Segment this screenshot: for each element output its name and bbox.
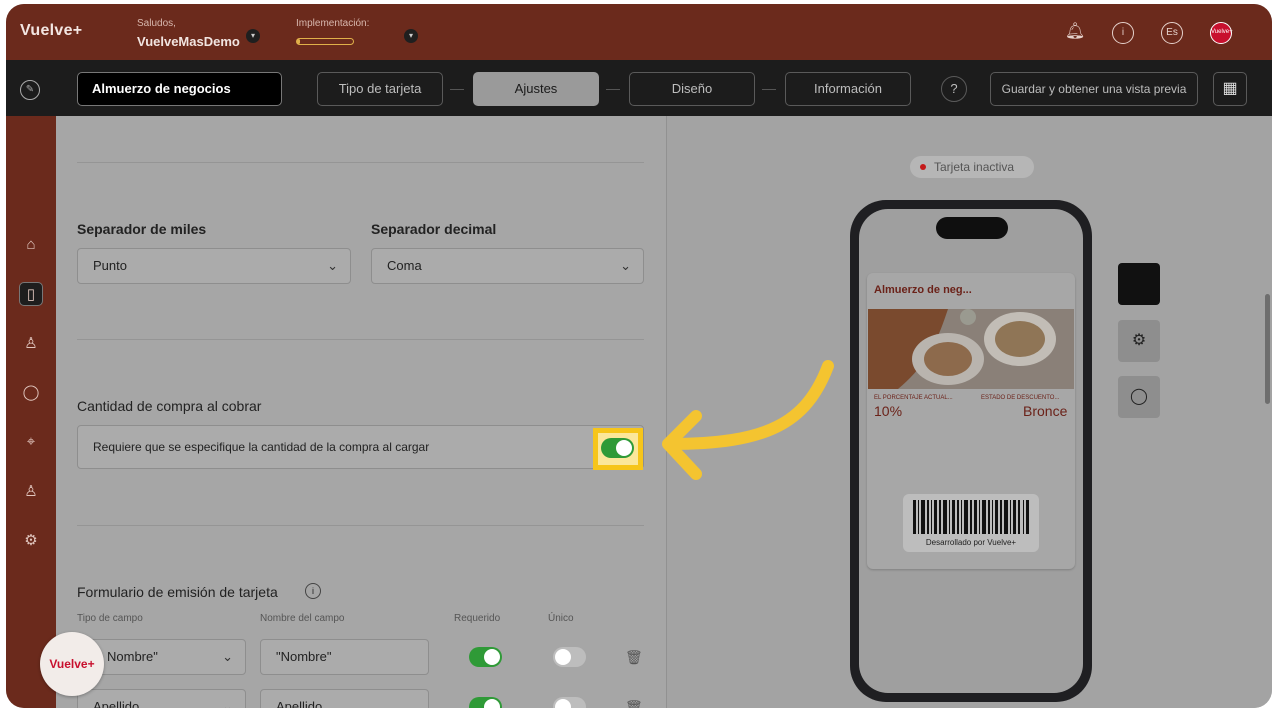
qr-code-icon[interactable]: ▦ xyxy=(1213,72,1247,106)
wizard-toolbar: ✎ Almuerzo de negocios Tipo de tarjeta A… xyxy=(6,60,1272,116)
settings-gear-icon[interactable]: ⚙ xyxy=(19,529,43,553)
divider xyxy=(77,162,644,163)
status-dot xyxy=(920,164,926,170)
account-name[interactable]: VuelveMasDemo xyxy=(137,34,240,49)
card-title: Almuerzo de neg... xyxy=(874,284,972,296)
toggle-knob xyxy=(616,440,632,456)
col-field-name: Nombre del campo xyxy=(260,613,345,624)
trash-icon[interactable]: 🗑︎ xyxy=(625,649,643,666)
tab-card-type[interactable]: Tipo de tarjeta xyxy=(317,72,443,106)
logo: Vuelve+ xyxy=(20,22,83,39)
android-icon[interactable]: ⚙ xyxy=(1118,320,1160,362)
purchase-amount-label: Cantidad de compra al cobrar xyxy=(77,398,262,414)
trash-icon[interactable]: 🗑︎ xyxy=(625,699,643,708)
field-name-input[interactable]: "Nombre" xyxy=(260,639,429,675)
greeting-label: Saludos, xyxy=(137,18,176,29)
sidebar: ⌂ ▯ ♙ ◯ ⌖ ♙ ⚙ xyxy=(6,116,56,708)
account-chevron-icon[interactable]: ▾ xyxy=(246,29,260,43)
tab-settings[interactable]: Ajustes xyxy=(473,72,599,106)
field-type-value: Apellido xyxy=(93,699,140,708)
divider xyxy=(77,339,644,340)
decimal-separator-select[interactable]: Coma ⌄ xyxy=(371,248,644,284)
card-field-value-left: 10% xyxy=(874,403,903,419)
field-name-value: "Nombre" xyxy=(276,649,332,664)
notification-bubble-icon[interactable]: ◯ xyxy=(1118,376,1160,418)
unique-toggle[interactable] xyxy=(553,647,586,667)
toggle-knob xyxy=(555,699,571,708)
card-status-badge: Tarjeta inactiva xyxy=(910,156,1034,178)
toggle-knob xyxy=(484,649,500,665)
col-unique: Único xyxy=(548,613,574,624)
tab-information[interactable]: Información xyxy=(785,72,911,106)
implementation-label: Implementación: xyxy=(296,18,370,29)
col-required: Requerido xyxy=(454,613,501,624)
tab-design[interactable]: Diseño xyxy=(629,72,755,106)
bell-icon[interactable]: 🔔︎ xyxy=(1064,22,1086,44)
scrollbar[interactable] xyxy=(1265,294,1270,404)
chevron-down-icon: ⌄ xyxy=(222,699,233,708)
col-field-type: Tipo de campo xyxy=(77,613,143,624)
info-icon[interactable]: i xyxy=(1112,22,1134,44)
divider xyxy=(77,525,644,526)
chevron-down-icon: ⌄ xyxy=(327,258,338,273)
purchase-amount-toggle[interactable] xyxy=(601,438,634,458)
card-field-value-right: Bronce xyxy=(1023,403,1068,419)
step-connector xyxy=(450,89,464,90)
settings-panel: Separador de miles Punto ⌄ Separador dec… xyxy=(56,116,666,708)
card-field-label-left: EL PORCENTAJE ACTUAL... xyxy=(874,395,953,401)
chevron-down-icon: ⌄ xyxy=(222,649,233,664)
implementation-progress-fill xyxy=(297,39,300,44)
food-image xyxy=(868,309,1074,389)
step-connector xyxy=(762,89,776,90)
implementation-progress xyxy=(296,38,354,45)
clients-icon[interactable]: ♙ xyxy=(19,332,43,356)
barcode-caption: Desarrollado por Vuelve+ xyxy=(925,538,1017,547)
info-icon[interactable]: i xyxy=(305,583,321,599)
thousands-separator-value: Punto xyxy=(93,258,127,273)
card-name-input[interactable]: Almuerzo de negocios xyxy=(77,72,282,106)
decimal-separator-value: Coma xyxy=(387,258,422,273)
field-type-select[interactable]: Apellido ⌄ xyxy=(77,689,246,708)
issue-form-title: Formulario de emisión de tarjeta xyxy=(77,584,278,600)
decimal-separator-label: Separador decimal xyxy=(371,221,497,237)
app-window: Vuelve+ Saludos, VuelveMasDemo ▾ Impleme… xyxy=(6,4,1272,708)
top-bar: Vuelve+ Saludos, VuelveMasDemo ▾ Impleme… xyxy=(6,4,1272,60)
save-preview-button[interactable]: Guardar y obtener una vista previa xyxy=(990,72,1198,106)
implementation-chevron-icon[interactable]: ▾ xyxy=(404,29,418,43)
help-button[interactable]: ? xyxy=(941,76,967,102)
card-field-label-right: ESTADO DE DESCUENTO... xyxy=(981,395,1060,401)
vuelve-badge[interactable]: Vuelve+ xyxy=(40,632,104,696)
card-icon[interactable]: ▯ xyxy=(19,282,43,306)
field-name-input[interactable]: Apellido xyxy=(260,689,429,708)
required-toggle[interactable] xyxy=(469,647,502,667)
toggle-knob xyxy=(484,699,500,708)
edit-icon[interactable]: ✎ xyxy=(20,80,40,100)
step-connector xyxy=(606,89,620,90)
home-icon[interactable]: ⌂ xyxy=(19,233,43,257)
required-toggle[interactable] xyxy=(469,697,502,708)
field-name-value: Apellido xyxy=(276,699,323,708)
apple-icon[interactable] xyxy=(1118,263,1160,305)
unique-toggle[interactable] xyxy=(553,697,586,708)
chevron-down-icon: ⌄ xyxy=(620,258,631,273)
thousands-separator-select[interactable]: Punto ⌄ xyxy=(77,248,351,284)
messages-icon[interactable]: ◯ xyxy=(19,381,43,405)
location-icon[interactable]: ⌖ xyxy=(19,430,43,454)
avatar[interactable]: Vuelve+ xyxy=(1210,22,1233,44)
card-status-text: Tarjeta inactiva xyxy=(934,160,1015,174)
thousands-separator-label: Separador de miles xyxy=(77,221,207,237)
toggle-knob xyxy=(555,649,571,665)
purchase-amount-description: Requiere que se especifique la cantidad … xyxy=(93,440,430,454)
language-button[interactable]: Es xyxy=(1161,22,1183,44)
phone-notch xyxy=(936,217,1008,239)
user-icon[interactable]: ♙ xyxy=(19,480,43,504)
purchase-amount-row: Requiere que se especifique la cantidad … xyxy=(77,425,644,469)
